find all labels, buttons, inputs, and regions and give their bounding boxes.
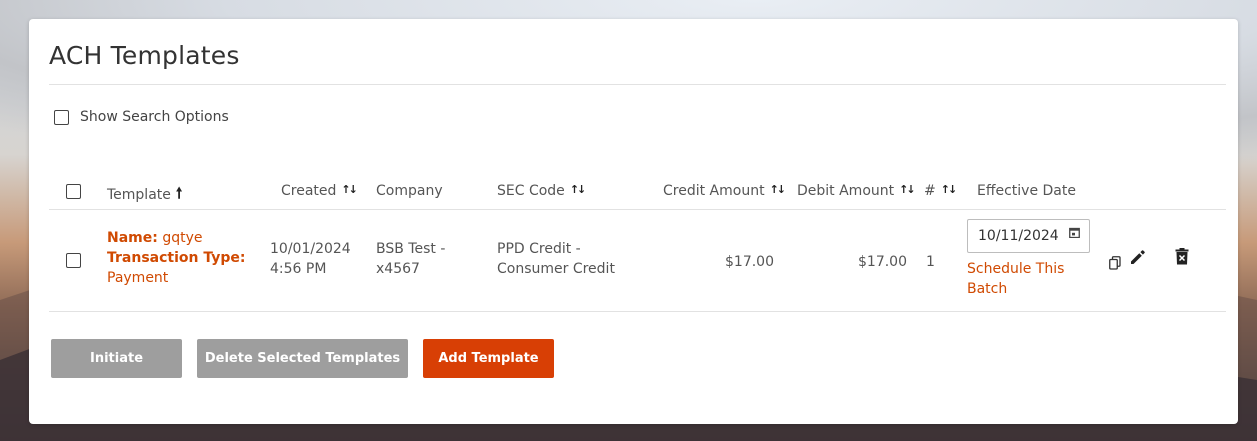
add-template-button[interactable]: Add Template [423, 339, 554, 378]
sort-icon: ↑↓ [940, 183, 958, 196]
select-all-checkbox[interactable] [66, 184, 81, 199]
count-cell: 1 [926, 254, 935, 270]
column-header-effective-date: Effective Date [977, 183, 1076, 199]
column-header-created[interactable]: Created ↑↓ [281, 183, 358, 199]
credit-amount-cell: $17.00 [725, 254, 774, 270]
sort-icon: ↑↓ [899, 183, 916, 196]
template-name[interactable]: gqtye [162, 230, 202, 246]
column-header-company: Company [376, 183, 443, 199]
initiate-button[interactable]: Initiate [51, 339, 182, 378]
header-divider [49, 209, 1226, 210]
sort-icon: ↑↓ [341, 183, 358, 196]
show-search-options-label[interactable]: Show Search Options [80, 109, 229, 125]
sort-ascending-icon: 🠕 [175, 184, 183, 202]
template-name-cell: Name: gqtye Transaction Type: Payment [107, 228, 246, 288]
page-title: ACH Templates [49, 41, 240, 70]
column-header-template[interactable]: Template 🠕 [107, 183, 182, 208]
company-cell: BSB Test - x4567 [376, 241, 446, 277]
sort-icon: ↑↓ [569, 183, 587, 196]
row-select-checkbox[interactable] [66, 253, 81, 268]
title-divider [49, 84, 1226, 85]
sort-icon: ↑↓ [769, 183, 787, 196]
calendar-icon[interactable] [1069, 227, 1080, 238]
delete-selected-templates-button[interactable]: Delete Selected Templates [197, 339, 408, 378]
column-header-count[interactable]: # ↑↓ [924, 183, 958, 199]
debit-amount-cell: $17.00 [858, 254, 907, 270]
show-search-options-checkbox[interactable] [54, 110, 69, 125]
ach-templates-card: ACH Templates Show Search Options Templa… [29, 19, 1238, 424]
row-divider [49, 311, 1226, 312]
transaction-type-value: Payment [107, 270, 169, 286]
sec-code-cell: PPD Credit - Consumer Credit [497, 241, 615, 277]
created-cell: 10/01/2024 4:56 PM [270, 241, 351, 277]
copy-icon[interactable] [1109, 256, 1121, 270]
column-header-credit-amount[interactable]: Credit Amount ↑↓ [663, 183, 787, 199]
edit-pencil-icon[interactable] [1129, 249, 1146, 266]
column-header-sec-code[interactable]: SEC Code ↑↓ [497, 183, 587, 199]
delete-trash-icon[interactable] [1175, 248, 1189, 265]
column-header-debit-amount[interactable]: Debit Amount ↑↓ [797, 183, 916, 199]
transaction-type-label: Transaction Type: [107, 250, 246, 266]
name-label: Name: [107, 230, 158, 246]
schedule-this-batch-link[interactable]: Schedule This Batch [967, 259, 1087, 299]
